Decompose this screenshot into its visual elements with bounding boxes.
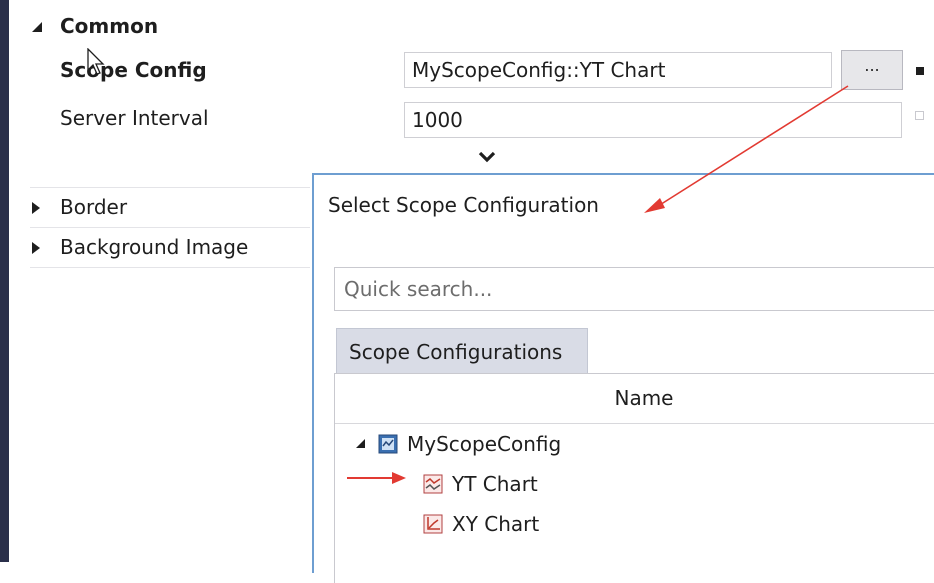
annotation-arrow [347,85,849,484]
